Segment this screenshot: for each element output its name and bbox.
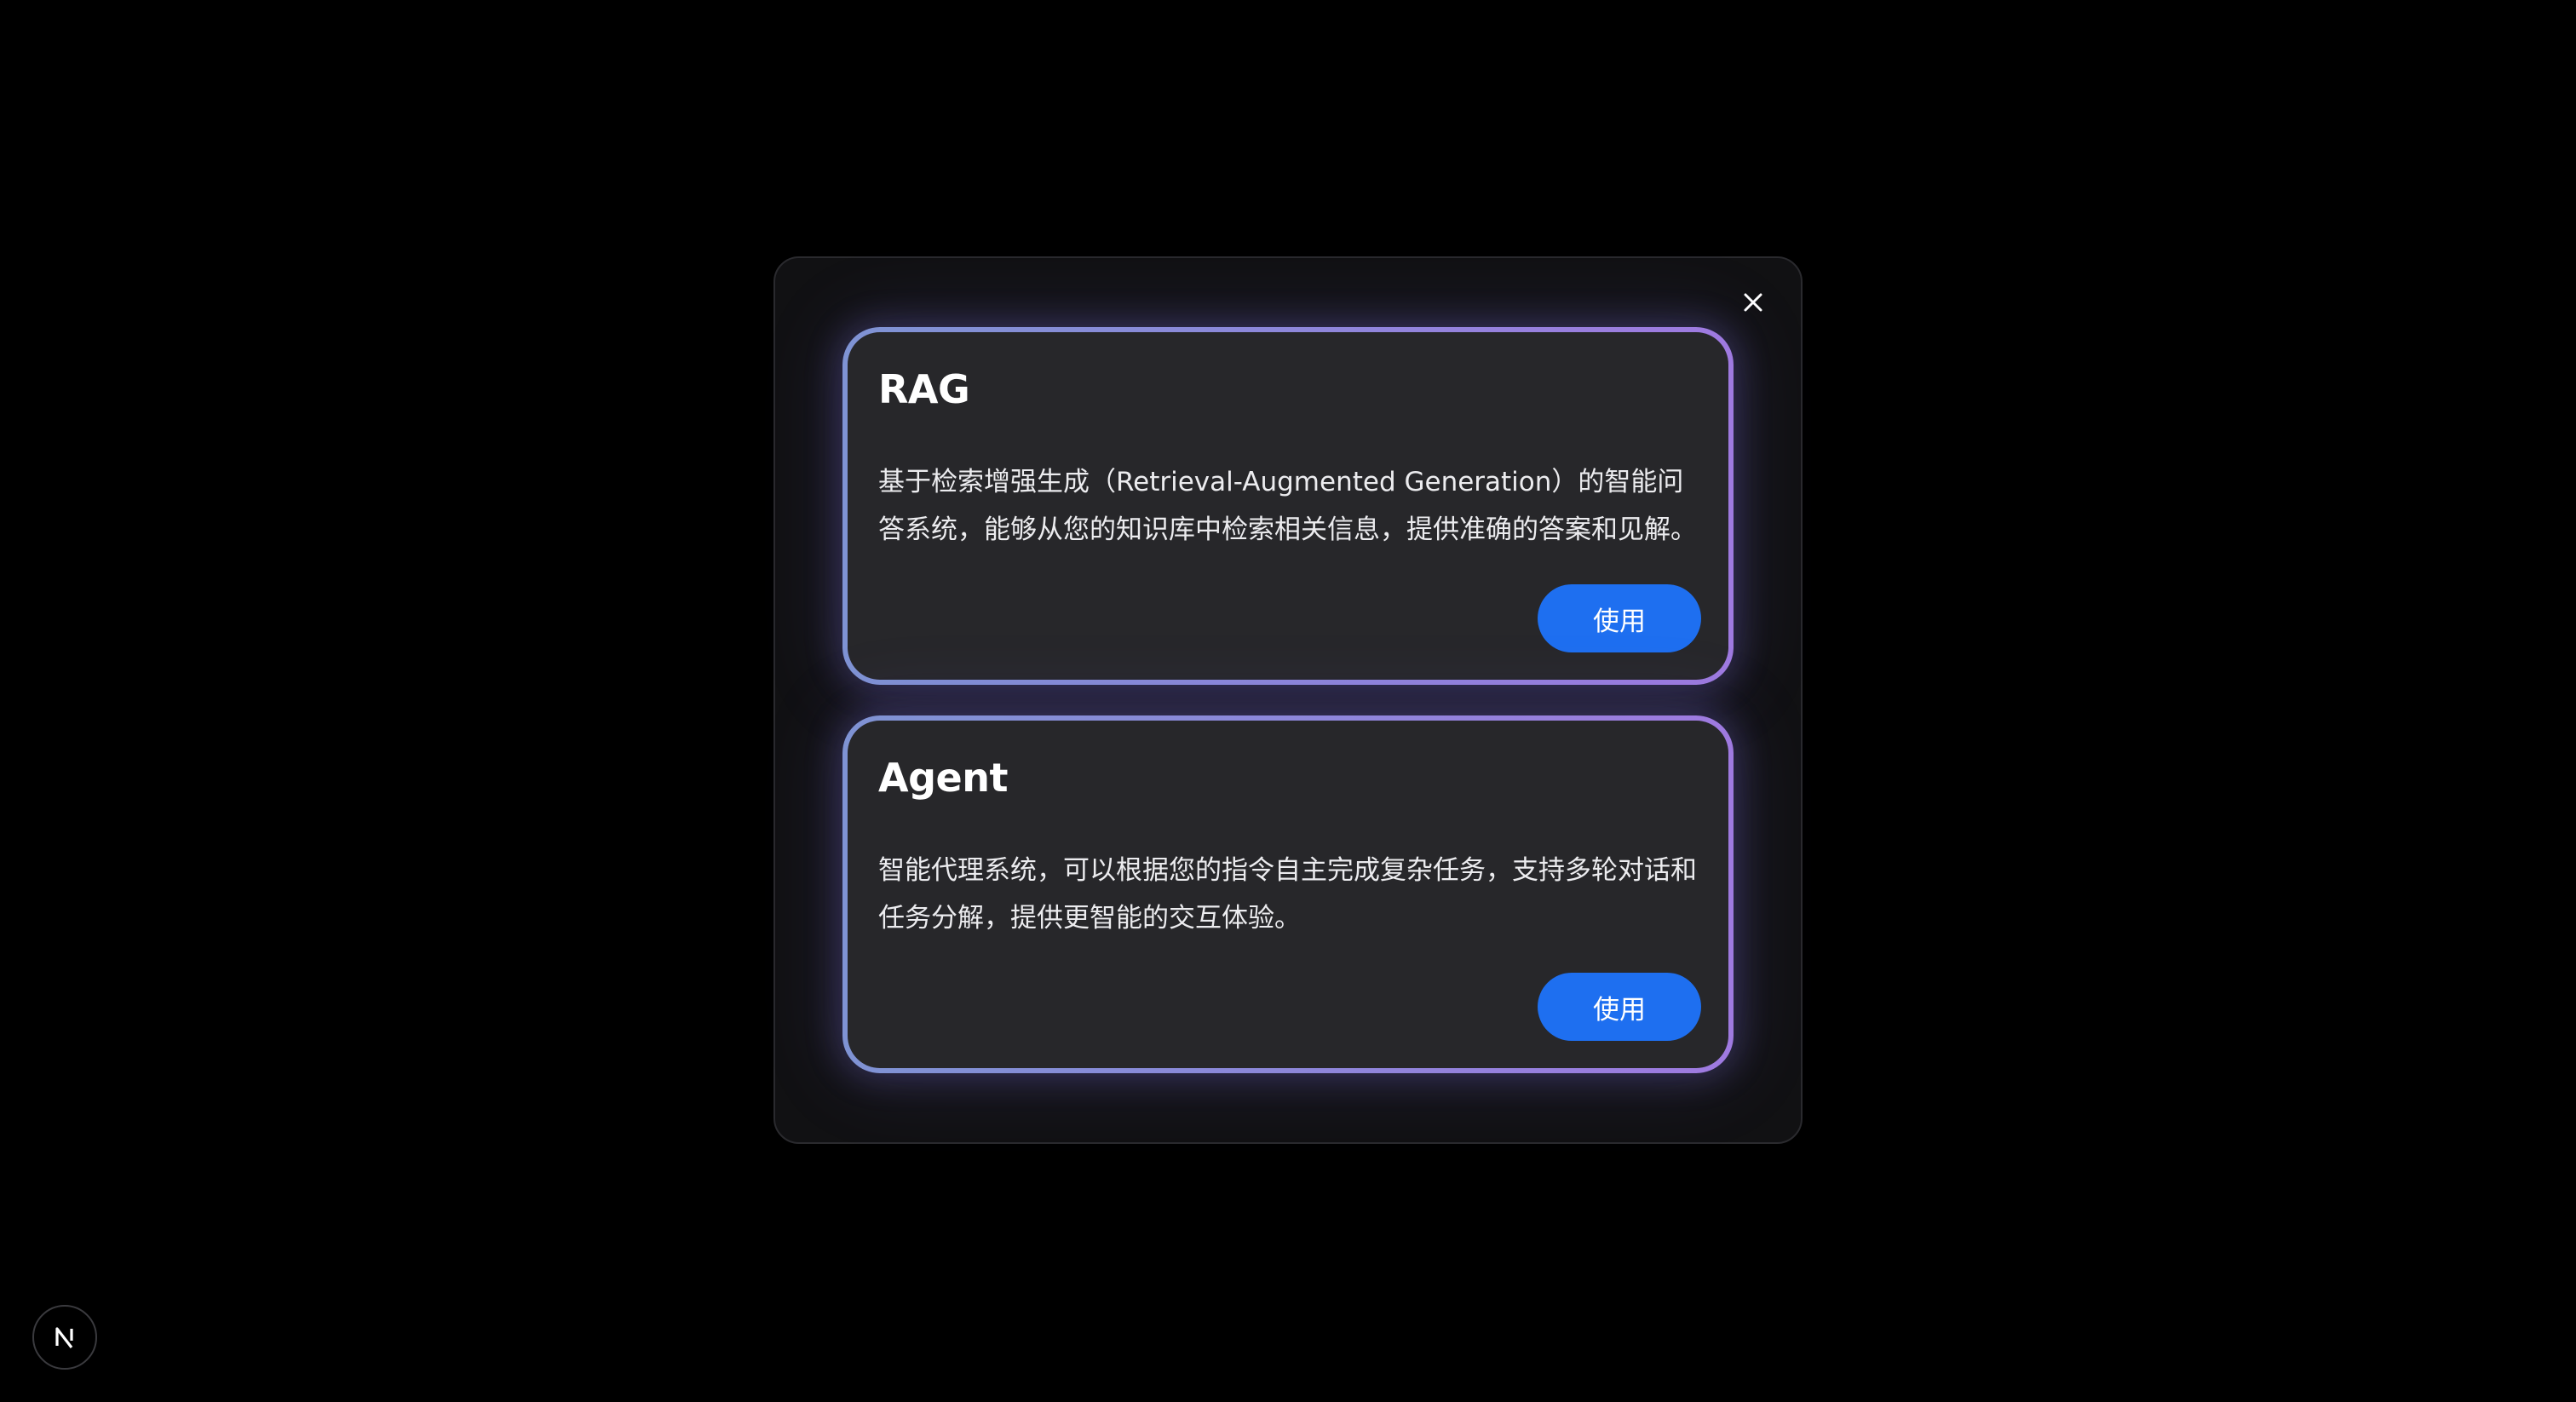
nextjs-dev-indicator[interactable] — [32, 1305, 97, 1370]
agent-use-button[interactable]: 使用 — [1538, 973, 1701, 1041]
rag-card-title: RAG — [878, 366, 970, 412]
rag-card: RAG 基于检索增强生成（Retrieval-Augmented Generat… — [842, 327, 1734, 685]
close-button[interactable] — [1734, 284, 1772, 321]
rag-card-description: 基于检索增强生成（Retrieval-Augmented Generation）… — [878, 467, 1697, 545]
nextjs-logo-icon — [55, 1327, 73, 1348]
agent-card-title: Agent — [878, 755, 1008, 801]
close-icon — [1744, 293, 1762, 312]
mode-select-dialog: RAG 基于检索增强生成（Retrieval-Augmented Generat… — [773, 256, 1803, 1144]
rag-card-body: RAG 基于检索增强生成（Retrieval-Augmented Generat… — [848, 332, 1728, 680]
rag-use-button[interactable]: 使用 — [1538, 584, 1701, 652]
agent-card-body: Agent 智能代理系统，可以根据您的指令自主完成复杂任务，支持多轮对话和任务分… — [848, 721, 1728, 1068]
agent-card: Agent 智能代理系统，可以根据您的指令自主完成复杂任务，支持多轮对话和任务分… — [842, 715, 1734, 1073]
agent-card-description: 智能代理系统，可以根据您的指令自主完成复杂任务，支持多轮对话和任务分解，提供更智… — [878, 855, 1697, 934]
